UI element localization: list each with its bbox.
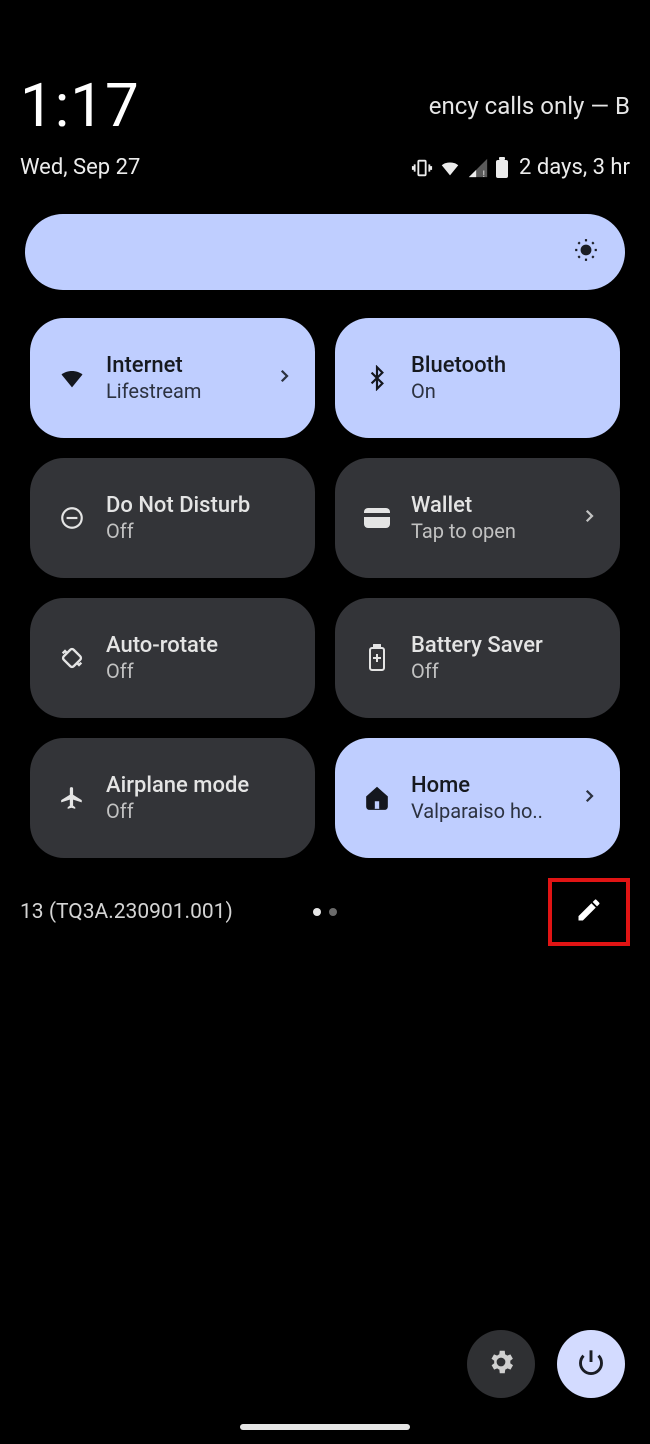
tile-title: Wallet	[411, 493, 574, 519]
tile-autorotate[interactable]: Auto-rotate Off	[30, 598, 315, 718]
status-bar-top: 1:17 ency calls only — B	[20, 70, 630, 141]
date-text: Wed, Sep 27	[20, 155, 140, 180]
vibrate-icon	[411, 157, 433, 179]
gear-icon	[486, 1347, 516, 1381]
tile-internet[interactable]: Internet Lifestream	[30, 318, 315, 438]
svg-text:!: !	[483, 170, 485, 179]
tile-title: Auto-rotate	[106, 633, 293, 659]
edit-tiles-button[interactable]	[548, 878, 630, 946]
clock-time: 1:17	[20, 70, 140, 141]
battery-estimate: 2 days, 3 hr	[519, 155, 630, 180]
tile-subtitle: Tap to open	[411, 519, 574, 543]
tile-title: Airplane mode	[106, 773, 293, 799]
status-icons: ! 2 days, 3 hr	[411, 155, 630, 180]
status-bar-date: Wed, Sep 27 ! 2 days, 3 hr	[20, 155, 630, 180]
power-button[interactable]	[557, 1330, 625, 1398]
bottom-actions	[467, 1330, 625, 1398]
battery-saver-icon	[357, 644, 397, 672]
tile-title: Bluetooth	[411, 353, 598, 379]
tile-title: Battery Saver	[411, 633, 598, 659]
tile-title: Internet	[106, 353, 269, 379]
tile-home[interactable]: Home Valparaiso ho..	[335, 738, 620, 858]
home-icon	[357, 785, 397, 811]
tile-subtitle: Off	[106, 659, 293, 683]
bluetooth-icon	[357, 365, 397, 391]
chevron-right-icon	[275, 367, 293, 389]
home-indicator[interactable]	[240, 1424, 410, 1430]
brightness-slider[interactable]	[25, 214, 625, 290]
tile-dnd[interactable]: Do Not Disturb Off	[30, 458, 315, 578]
tile-subtitle: Lifestream	[106, 379, 269, 403]
wallet-icon	[357, 508, 397, 528]
page-indicator[interactable]	[313, 908, 337, 916]
settings-button[interactable]	[467, 1330, 535, 1398]
carrier-text: ency calls only — B	[429, 92, 630, 120]
battery-icon	[495, 157, 509, 179]
wifi-icon	[439, 157, 461, 179]
tile-subtitle: Off	[411, 659, 598, 683]
tile-subtitle: On	[411, 379, 598, 403]
tile-title: Do Not Disturb	[106, 493, 293, 519]
signal-icon: !	[467, 157, 489, 179]
qs-footer: 13 (TQ3A.230901.001)	[20, 878, 630, 946]
qs-tile-grid: Internet Lifestream Bluetooth On Do Not …	[30, 318, 620, 858]
power-icon	[577, 1348, 605, 1380]
tile-title: Home	[411, 773, 574, 799]
airplane-icon	[52, 785, 92, 811]
tile-subtitle: Valparaiso ho..	[411, 799, 574, 823]
tile-wallet[interactable]: Wallet Tap to open	[335, 458, 620, 578]
page-dot	[313, 908, 321, 916]
page-dot	[329, 908, 337, 916]
pencil-icon	[575, 896, 603, 928]
chevron-right-icon	[580, 507, 598, 529]
tile-bluetooth[interactable]: Bluetooth On	[335, 318, 620, 438]
wifi-icon	[52, 364, 92, 392]
tile-battery-saver[interactable]: Battery Saver Off	[335, 598, 620, 718]
brightness-icon	[573, 237, 599, 267]
autorotate-icon	[52, 644, 92, 672]
tile-airplane[interactable]: Airplane mode Off	[30, 738, 315, 858]
tile-subtitle: Off	[106, 799, 293, 823]
tile-subtitle: Off	[106, 519, 293, 543]
dnd-icon	[52, 505, 92, 531]
chevron-right-icon	[580, 787, 598, 809]
build-version: 13 (TQ3A.230901.001)	[20, 900, 233, 924]
